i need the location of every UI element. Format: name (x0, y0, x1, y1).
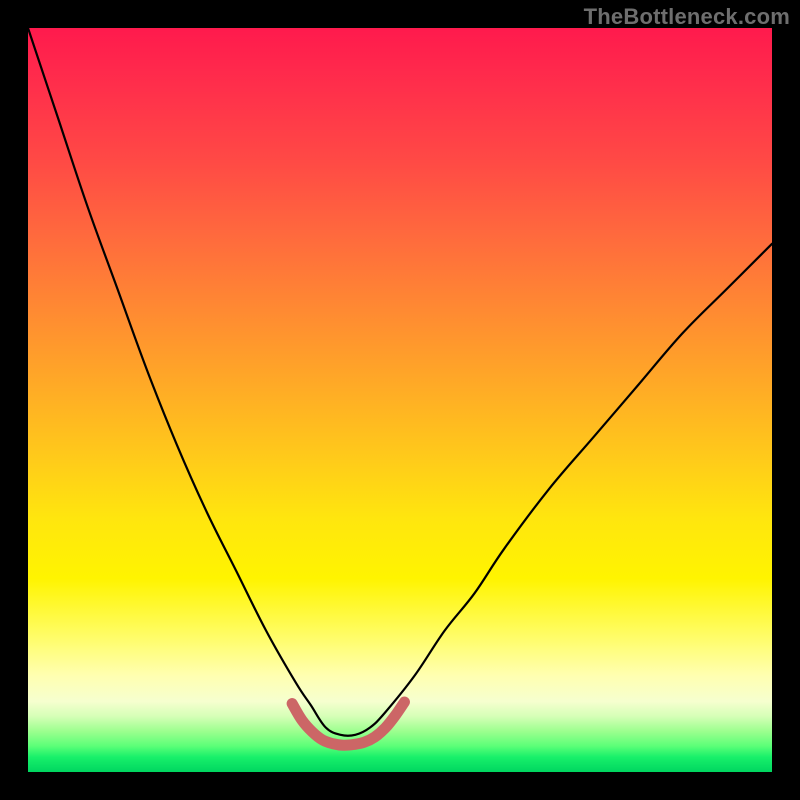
plot-area (28, 28, 772, 772)
bottleneck-curve (28, 28, 772, 736)
watermark-text: TheBottleneck.com (584, 4, 790, 30)
chart-frame: TheBottleneck.com (0, 0, 800, 800)
curve-layer (28, 28, 772, 772)
